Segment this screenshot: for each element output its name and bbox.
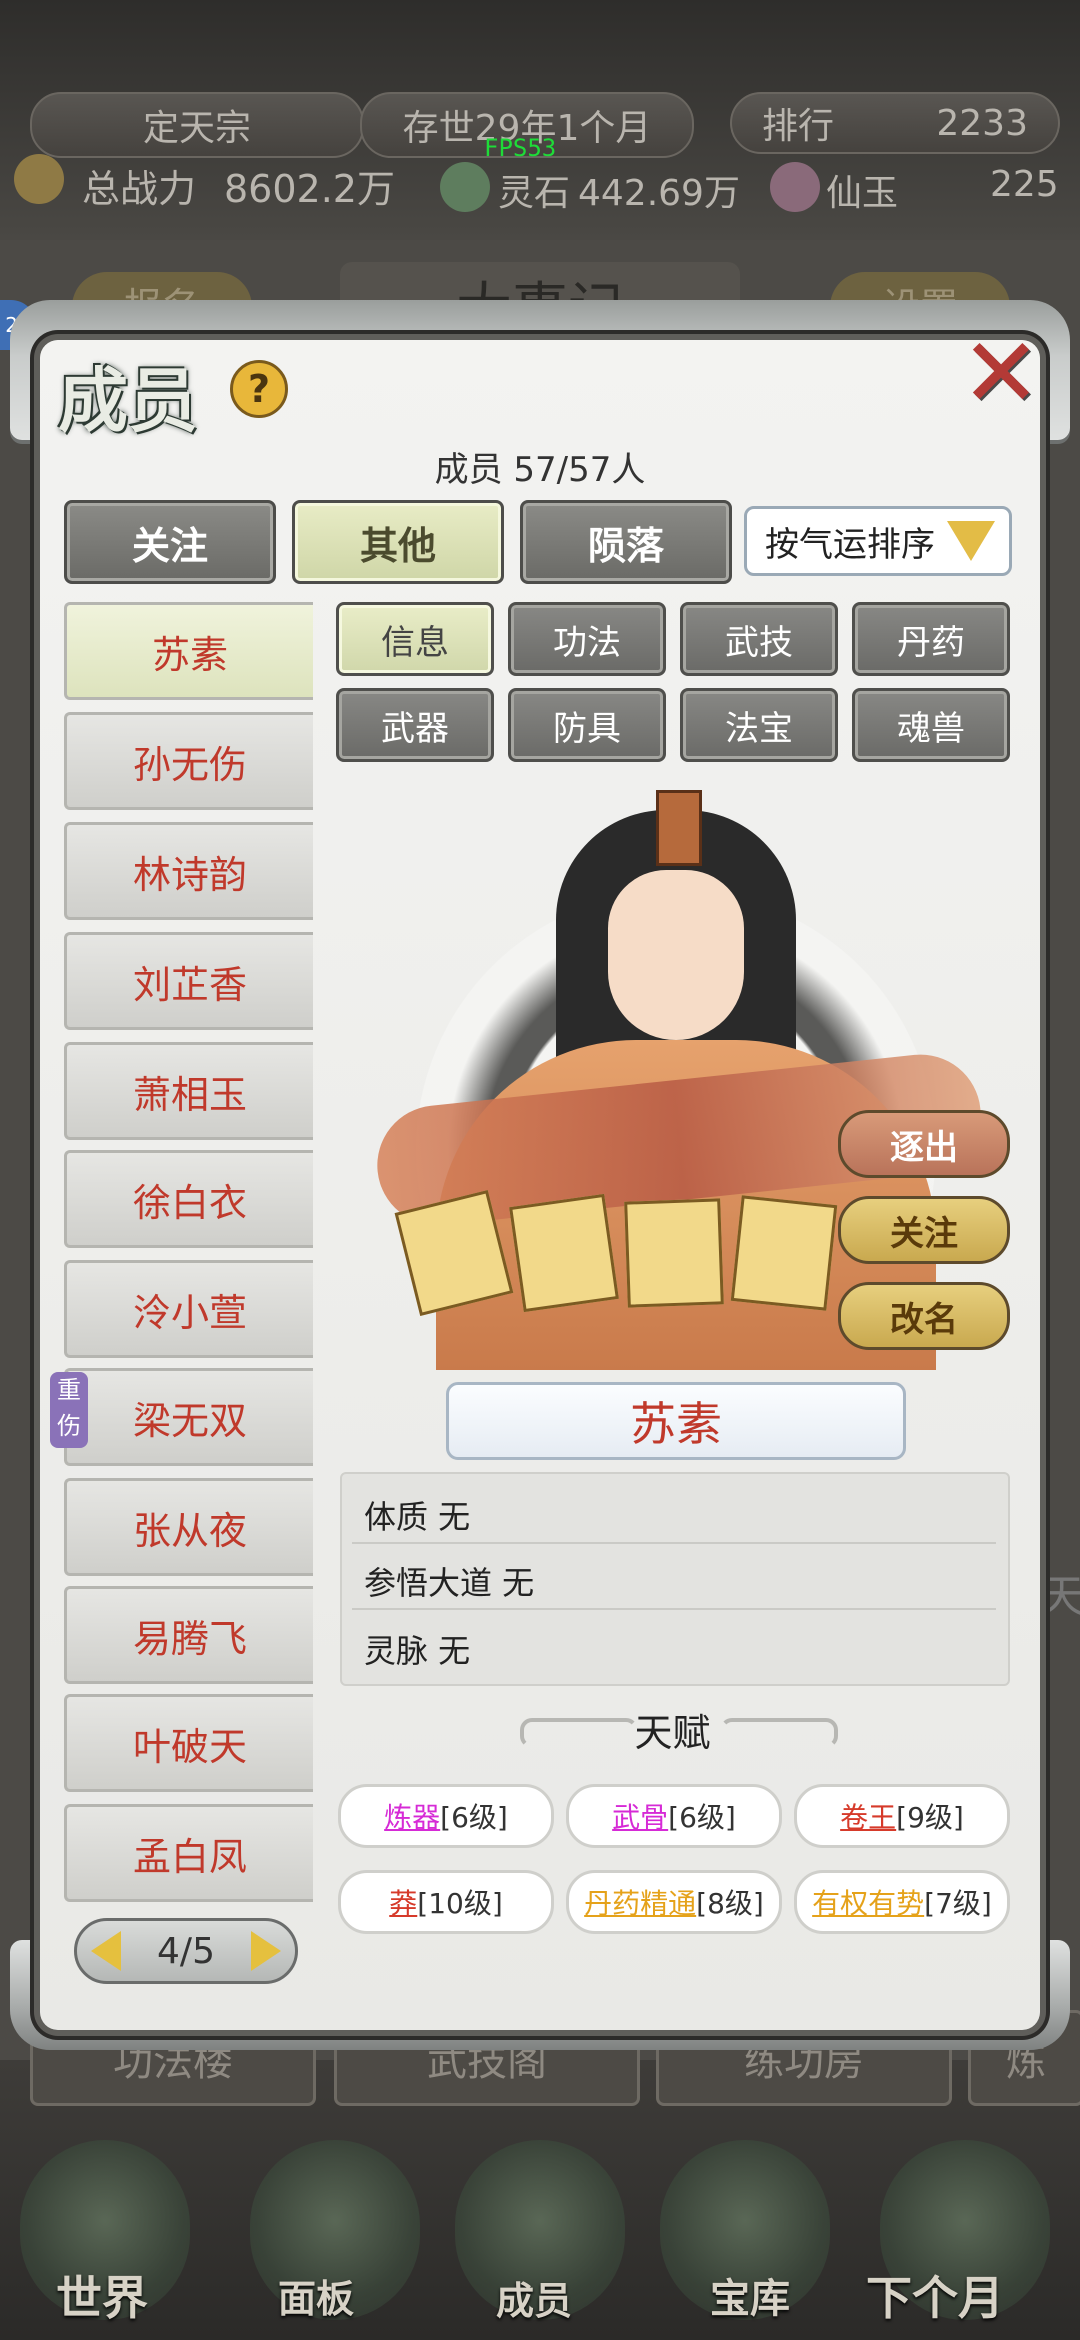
talent-name: 莽 (389, 1887, 418, 1920)
character-name: 苏素 (446, 1382, 906, 1460)
talisman (509, 1193, 619, 1313)
member-item[interactable]: 易腾飞 (64, 1586, 313, 1684)
talent-level: [9级] (896, 1801, 964, 1834)
divider (352, 1608, 996, 1610)
physique-row: 体质 无 (364, 1498, 471, 1536)
talent-name: 炼器 (384, 1801, 441, 1834)
character-portrait (376, 770, 982, 1370)
help-icon[interactable]: ? (230, 360, 288, 418)
tab-artifact[interactable]: 法宝 (680, 688, 838, 762)
talent-badge[interactable]: 炼器 [6级] (338, 1784, 554, 1848)
tab-others[interactable]: 其他 (292, 500, 504, 584)
close-icon[interactable]: ✕ (956, 325, 1046, 421)
talent-name: 丹药精通 (584, 1887, 697, 1920)
rank-value: 2233 (936, 102, 1028, 144)
talent-level: [6级] (440, 1801, 508, 1834)
rank-label: 排行 (762, 106, 835, 147)
talent-level: [7级] (924, 1887, 992, 1920)
talent-badge[interactable]: 武骨 [6级] (566, 1784, 782, 1848)
talent-badge[interactable]: 莽 [10级] (338, 1870, 554, 1934)
bg-edge-text: 天 (1040, 1571, 1080, 1622)
talent-name: 卷王 (840, 1801, 897, 1834)
talent-title: 天赋 (634, 1711, 711, 1755)
power-icon (14, 154, 64, 204)
rank-display[interactable]: 排行 2233 (730, 92, 1060, 154)
member-count-value: 57/57人 (513, 450, 646, 490)
jade-label: 仙玉 (826, 173, 899, 214)
page-indicator: 4/5 (157, 1930, 215, 1972)
member-item[interactable]: 林诗韵 (64, 822, 313, 920)
talent-name: 武骨 (612, 1801, 669, 1834)
member-item[interactable]: 苏素 (64, 602, 313, 700)
sort-dropdown[interactable]: 按气运排序 (744, 506, 1012, 576)
power-label: 总战力 (82, 167, 197, 211)
sort-label: 按气运排序 (765, 524, 935, 565)
follow-button[interactable]: 关注 (838, 1196, 1010, 1264)
member-count: 成员 57/57人 (0, 442, 1080, 491)
tab-fallen[interactable]: 陨落 (520, 500, 732, 584)
member-item[interactable]: 孟白凤 (64, 1804, 313, 1902)
panel-title: 成员 (58, 359, 198, 442)
talent-badge[interactable]: 丹药精通 [8级] (566, 1870, 782, 1934)
member-item[interactable]: 张从夜 (64, 1478, 313, 1576)
sect-name: 定天宗 (30, 92, 364, 158)
member-item[interactable]: 徐白衣 (64, 1150, 313, 1248)
dock-panel[interactable]: 面板 (278, 2268, 354, 2323)
talent-level: [6级] (668, 1801, 736, 1834)
tab-armor[interactable]: 防具 (508, 688, 666, 762)
face (608, 870, 744, 1040)
spirit-vein-row: 灵脉 无 (364, 1632, 471, 1670)
stone-label: 灵石 (498, 173, 571, 214)
talisman (624, 1198, 724, 1308)
expel-button[interactable]: 逐出 (838, 1110, 1010, 1178)
divider (352, 1542, 996, 1544)
info-box: 体质 无 参悟大道 无 灵脉 无 (340, 1472, 1010, 1686)
immortal-jade-icon (770, 162, 820, 212)
tab-info[interactable]: 信息 (336, 602, 494, 676)
talent-name: 有权有势 (812, 1887, 925, 1920)
talent-level: [10级] (417, 1887, 503, 1920)
stone-value: 442.69万 (578, 173, 740, 214)
rename-button[interactable]: 改名 (838, 1282, 1010, 1350)
tab-soul-beast[interactable]: 魂兽 (852, 688, 1010, 762)
pagination: 4/5 (74, 1918, 298, 1984)
talent-badge[interactable]: 有权有势 [7级] (794, 1870, 1010, 1934)
spirit-stone-icon (440, 162, 490, 212)
talent-level: [8级] (696, 1887, 764, 1920)
tab-weapon[interactable]: 武器 (336, 688, 494, 762)
member-item[interactable]: 孙无伤 (64, 712, 313, 810)
dropdown-arrow-icon (947, 521, 995, 561)
dock-treasury[interactable]: 宝库 (710, 2266, 790, 2324)
prev-page-icon[interactable] (91, 1931, 121, 1971)
hair-crown (656, 790, 702, 866)
jade-value: 225 (990, 164, 1059, 205)
tab-martial-skills[interactable]: 武技 (680, 602, 838, 676)
dock-next-month[interactable]: 下个月 (866, 2262, 1004, 2328)
tab-follow[interactable]: 关注 (64, 500, 276, 584)
member-count-label: 成员 (434, 450, 503, 490)
dao-row: 参悟大道 无 (364, 1564, 535, 1602)
fps-counter: FPS53 (484, 134, 557, 162)
tab-techniques[interactable]: 功法 (508, 602, 666, 676)
member-item[interactable]: 梁无双 (64, 1368, 313, 1466)
member-item[interactable]: 刘芷香 (64, 932, 313, 1030)
dock-members[interactable]: 成员 (496, 2270, 572, 2325)
dock-world[interactable]: 世界 (56, 2262, 148, 2328)
member-item[interactable]: 泠小萱 (64, 1260, 313, 1358)
injury-status-badge: 重伤 (50, 1372, 88, 1448)
power-value: 8602.2万 (224, 167, 395, 211)
talent-badge[interactable]: 卷王 [9级] (794, 1784, 1010, 1848)
next-page-icon[interactable] (251, 1931, 281, 1971)
member-item[interactable]: 萧相玉 (64, 1042, 313, 1140)
talisman (730, 1195, 838, 1311)
tab-pills[interactable]: 丹药 (852, 602, 1010, 676)
